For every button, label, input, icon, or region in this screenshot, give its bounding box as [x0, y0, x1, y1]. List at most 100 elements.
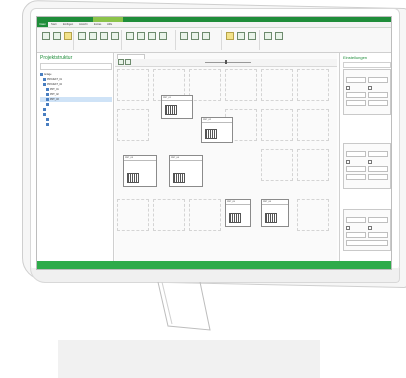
monitor-base [58, 340, 320, 378]
device-icon [46, 102, 49, 106]
grid-cell [225, 69, 257, 101]
device-node[interactable]: PRT_06 [261, 199, 289, 227]
device-node[interactable]: PRT_04 [169, 155, 203, 187]
status-bar [37, 261, 391, 269]
tree-item[interactable] [40, 122, 112, 127]
project-structure-panel: Projektstruktur Anlage PROJEKT_01 PROJEK… [37, 53, 114, 261]
settings-field[interactable] [368, 77, 388, 83]
settings-toolbar[interactable] [343, 62, 391, 68]
settings-field[interactable] [346, 240, 388, 246]
grid-cell [189, 199, 221, 231]
tab-insert[interactable]: Einfügen [63, 23, 73, 26]
tab-extras[interactable]: Extras [94, 23, 101, 26]
grid-cell [297, 149, 329, 181]
node-title: PRT_05 [226, 200, 250, 205]
device-graphic [265, 213, 277, 223]
zoom-slider-thumb[interactable] [225, 60, 227, 64]
ribbon-group-6 [261, 30, 313, 50]
ribbon-group-2 [75, 30, 122, 50]
device-node[interactable]: PRT_01 [161, 95, 193, 119]
folder-icon [40, 72, 43, 76]
filter-icon[interactable] [180, 32, 188, 40]
import-icon[interactable] [237, 32, 245, 40]
open-project-icon[interactable] [53, 32, 61, 40]
zoom-slider[interactable] [205, 62, 251, 63]
device-graphic [173, 173, 185, 183]
device-node[interactable]: PRT_02 [201, 117, 233, 143]
layout-icon[interactable] [78, 32, 86, 40]
device-graphic [127, 173, 139, 183]
settings-field[interactable] [368, 174, 388, 180]
device-node-selected[interactable]: PRT_03 [123, 155, 157, 187]
panel-title: Projektstruktur [40, 55, 73, 61]
export-icon[interactable] [226, 32, 234, 40]
settings-checkbox[interactable] [368, 160, 372, 164]
node-title: PRT_04 [170, 156, 202, 161]
tab-start[interactable]: Start [51, 23, 56, 26]
tree-toolbar[interactable] [40, 63, 112, 70]
settings-checkbox[interactable] [346, 226, 350, 230]
zoom-icon[interactable] [111, 32, 119, 40]
save-icon[interactable] [64, 32, 72, 40]
grid-cell [297, 69, 329, 101]
settings-field[interactable] [368, 166, 388, 172]
tab-help[interactable]: Hilfe [107, 23, 112, 26]
ribbon-group-5 [223, 30, 260, 50]
settings-field[interactable] [346, 166, 366, 172]
settings-field[interactable] [368, 151, 388, 157]
tab-file[interactable]: Datei [37, 22, 48, 27]
settings-section [343, 209, 391, 251]
pointer-icon[interactable] [118, 59, 124, 65]
grid-cell [297, 199, 329, 231]
align-icon[interactable] [100, 32, 108, 40]
properties-icon[interactable] [275, 32, 283, 40]
sort-icon[interactable] [191, 32, 199, 40]
folder-icon [43, 107, 46, 111]
monitor-chin [30, 268, 400, 283]
connect-icon[interactable] [126, 32, 134, 40]
settings-checkbox[interactable] [368, 226, 372, 230]
settings-panel: Einstellungen [339, 53, 391, 261]
settings-checkbox[interactable] [346, 86, 350, 90]
copy-icon[interactable] [148, 32, 156, 40]
settings-checkbox[interactable] [346, 160, 350, 164]
canvas-grid: PRT_01 PRT_02 PRT_03 PRT_04 PRT_05 PRT_0… [117, 69, 333, 259]
grid-cell [261, 149, 293, 181]
settings-field[interactable] [346, 217, 366, 223]
settings-field[interactable] [346, 100, 366, 106]
settings-field[interactable] [368, 100, 388, 106]
settings-field[interactable] [368, 232, 388, 238]
diagram-canvas[interactable]: PRT_01 PRT_02 PRT_03 PRT_04 PRT_05 PRT_0… [115, 53, 337, 261]
new-project-icon[interactable] [42, 32, 50, 40]
device-node[interactable]: PRT_05 [225, 199, 251, 227]
grid-cell [153, 199, 185, 231]
settings-field[interactable] [368, 217, 388, 223]
node-title: PRT_03 [124, 156, 156, 161]
settings-field[interactable] [346, 232, 366, 238]
settings-field[interactable] [346, 174, 366, 180]
group-icon[interactable] [202, 32, 210, 40]
grid-icon[interactable] [89, 32, 97, 40]
hand-icon[interactable] [125, 59, 131, 65]
tab-view[interactable]: Ansicht [79, 23, 88, 26]
settings-field[interactable] [346, 77, 366, 83]
device-icon[interactable] [137, 32, 145, 40]
settings-field[interactable] [368, 92, 388, 98]
settings-checkbox[interactable] [368, 86, 372, 90]
panel-title: Einstellungen [343, 55, 368, 60]
file-icon [46, 117, 49, 121]
device-graphic [205, 129, 217, 139]
grid-cell [297, 109, 329, 141]
node-title: PRT_02 [202, 118, 232, 123]
ribbon-group-4 [177, 30, 222, 50]
settings-icon[interactable] [264, 32, 272, 40]
print-icon[interactable] [248, 32, 256, 40]
settings-section [343, 143, 391, 189]
settings-section [343, 69, 391, 115]
ribbon-group-3 [123, 30, 176, 50]
settings-field[interactable] [346, 151, 366, 157]
settings-field[interactable] [346, 92, 366, 98]
delete-icon[interactable] [159, 32, 167, 40]
canvas-toolbar [115, 59, 337, 67]
app-window: Datei Start Einfügen Ansicht Extras Hilf… [36, 16, 392, 270]
